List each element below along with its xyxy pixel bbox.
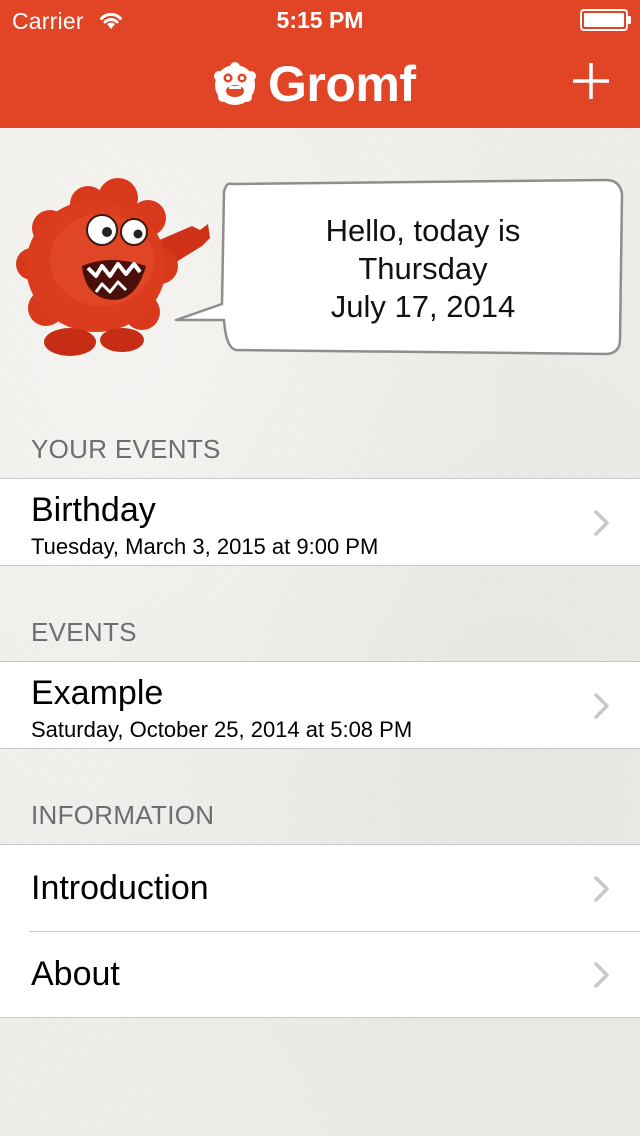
navigation-bar: Carrier 5:15 PM Gromf — [0, 0, 640, 128]
event-date: Tuesday, March 3, 2015 at 9:00 PM — [31, 534, 379, 559]
information-group: Introduction About — [0, 844, 640, 1018]
section-header-information: INFORMATION — [31, 800, 215, 830]
greeting-line-1: Hello, today is — [325, 213, 521, 248]
chevron-right-icon — [594, 693, 609, 719]
section-header-events: EVENTS — [31, 617, 137, 647]
event-title: Example — [31, 674, 164, 712]
greeting-weekday: Thursday — [358, 251, 488, 286]
info-title: About — [31, 955, 120, 993]
app-title: Gromf — [268, 56, 416, 112]
greeting-text: Hello, today is Thursday July 17, 2014 — [228, 212, 618, 326]
event-row-example[interactable]: Example Saturday, October 25, 2014 at 5:… — [0, 662, 640, 748]
battery-icon — [580, 9, 631, 31]
chevron-right-icon — [594, 962, 609, 988]
app-brand: Gromf — [210, 56, 416, 112]
event-title: Birthday — [31, 491, 156, 529]
event-row-birthday[interactable]: Birthday Tuesday, March 3, 2015 at 9:00 … — [0, 479, 640, 565]
gromf-monster-logo-icon — [214, 62, 256, 105]
plus-icon — [573, 63, 609, 99]
status-time: 5:15 PM — [276, 7, 364, 33]
section-header-your-events: YOUR EVENTS — [31, 434, 221, 464]
chevron-right-icon — [594, 510, 609, 536]
info-title: Introduction — [31, 869, 209, 907]
greeting-date: July 17, 2014 — [330, 289, 516, 324]
info-row-about[interactable]: About — [0, 931, 640, 1017]
events-group: Example Saturday, October 25, 2014 at 5:… — [0, 661, 640, 749]
chevron-right-icon — [594, 876, 609, 902]
info-row-introduction[interactable]: Introduction — [0, 845, 640, 931]
your-events-group: Birthday Tuesday, March 3, 2015 at 9:00 … — [0, 478, 640, 566]
add-button[interactable] — [568, 58, 614, 104]
event-date: Saturday, October 25, 2014 at 5:08 PM — [31, 717, 413, 742]
